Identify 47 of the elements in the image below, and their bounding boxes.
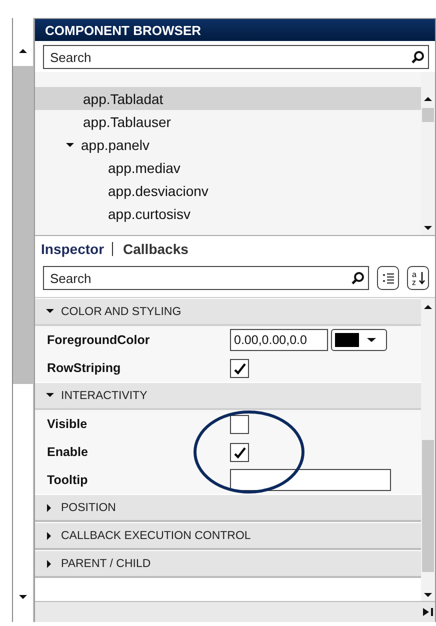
skip-end-icon (423, 607, 433, 617)
check-icon (232, 446, 246, 458)
section-header[interactable]: PARENT / CHILD (35, 550, 421, 578)
search-field[interactable]: Search (43, 266, 369, 290)
tree-item[interactable]: app.Tabladat (35, 87, 421, 110)
property-label: ForegroundColor (46, 333, 151, 347)
checkbox[interactable] (230, 358, 249, 378)
down-arrow-icon (424, 592, 432, 598)
caret-down-icon (65, 140, 75, 148)
search-icon (411, 50, 424, 64)
color-picker[interactable] (331, 329, 387, 351)
text-field[interactable] (230, 469, 391, 491)
tree-item[interactable]: app.mediav (35, 156, 421, 179)
sort-button[interactable]: a z (407, 266, 429, 290)
search-icon (351, 271, 364, 285)
section-header[interactable]: CALLBACK EXECUTION CONTROL (35, 522, 421, 550)
section-header[interactable]: COLOR AND STYLING (35, 298, 421, 326)
value-field[interactable]: 0.00,0.00,0.0 (230, 329, 328, 351)
property-label: RowStriping (46, 361, 122, 375)
section-header[interactable]: POSITION (35, 494, 421, 522)
property-label: Enable (46, 445, 89, 459)
down-arrow-icon (19, 594, 27, 600)
tree-item[interactable]: app.desviacionv (35, 179, 421, 202)
scrollbar-thumb[interactable] (422, 108, 434, 122)
down-arrow-icon (424, 225, 432, 231)
tree-item[interactable]: app.panelv (35, 133, 421, 156)
panel-title: COMPONENT BROWSER (35, 19, 435, 41)
property-label: Tooltip (46, 473, 89, 487)
up-arrow-icon (424, 96, 432, 102)
tab[interactable]: Callbacks (112, 242, 196, 256)
tree-item[interactable]: app.Tablauser (35, 110, 421, 133)
property-label: Visible (46, 417, 88, 431)
checkbox[interactable] (230, 414, 249, 434)
scrollbar[interactable] (421, 298, 435, 601)
tab[interactable]: Inspector (41, 241, 112, 257)
checkbox[interactable] (230, 442, 249, 462)
scrollbar-thumb[interactable] (13, 66, 33, 384)
list-icon (380, 270, 396, 286)
up-arrow-icon (19, 48, 27, 54)
tree-item[interactable]: app.curtosisv (35, 202, 421, 225)
grouped-view-button[interactable] (377, 266, 399, 290)
section-header[interactable]: INTERACTIVITY (35, 382, 421, 410)
check-icon (232, 362, 246, 374)
up-arrow-icon (424, 304, 432, 310)
caret-down-icon (367, 337, 376, 343)
scrollbar-thumb[interactable] (422, 440, 434, 572)
search-field[interactable]: Search (43, 45, 429, 69)
